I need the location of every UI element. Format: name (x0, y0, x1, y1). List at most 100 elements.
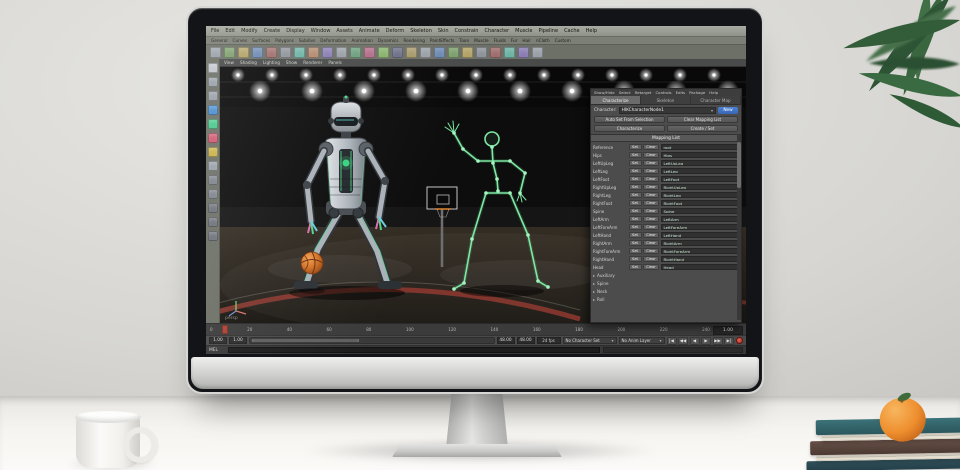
panel-menu-item[interactable]: Select (619, 90, 631, 95)
shelf-tab[interactable]: Animation (351, 38, 372, 43)
clear-button[interactable]: Clear (643, 192, 659, 198)
soft-mod-tool-icon[interactable] (208, 161, 218, 171)
fps-field[interactable]: 24 fps (537, 337, 561, 344)
panel-menu-item[interactable]: Retarget (635, 90, 652, 95)
set-button[interactable]: Set (629, 264, 642, 270)
create-set-button[interactable]: Create / Set (667, 125, 738, 132)
shelf-icon[interactable] (364, 47, 375, 58)
viewport-menu-item[interactable]: View (224, 60, 234, 65)
shelf-tab[interactable]: nCloth (536, 38, 550, 43)
move-tool-icon[interactable] (208, 105, 218, 115)
mapped-node-field[interactable]: LeftForeArm (661, 224, 740, 230)
lasso-tool-icon[interactable] (208, 77, 218, 87)
set-button[interactable]: Set (629, 144, 642, 150)
go-to-end-icon[interactable] (724, 337, 734, 345)
viewport-menu-item[interactable]: Show (286, 60, 297, 65)
shelf-icon[interactable] (336, 47, 347, 58)
last-tool-icon[interactable] (208, 189, 218, 199)
set-button[interactable]: Set (629, 224, 642, 230)
clear-button[interactable]: Clear (643, 160, 659, 166)
shelf-icon[interactable] (420, 47, 431, 58)
shelf-icon[interactable] (322, 47, 333, 58)
mapped-node-field[interactable]: RightLeg (661, 192, 740, 198)
clear-button[interactable]: Clear (643, 208, 659, 214)
shelf-tab[interactable]: Toon (459, 38, 469, 43)
menu-item[interactable]: Create (264, 28, 281, 34)
shelf-tab[interactable]: Deformation (320, 38, 346, 43)
menu-item[interactable]: Deform (386, 28, 405, 34)
shelf-tab[interactable]: Fur (511, 38, 518, 43)
mapped-node-field[interactable]: root (661, 144, 740, 150)
shelf-tab[interactable]: Dynamics (378, 38, 399, 43)
mapped-node-field[interactable]: LeftUpLeg (661, 160, 740, 166)
mapped-node-field[interactable]: RightFoot (661, 200, 740, 206)
menu-item[interactable]: Cache (564, 28, 580, 34)
shelf-icon[interactable] (294, 47, 305, 58)
menu-item[interactable]: Assets (336, 28, 352, 34)
tab-character-map[interactable]: Character Map (691, 96, 741, 104)
clear-button[interactable]: Clear (643, 200, 659, 206)
clear-mapping-button[interactable]: Clear Mapping List (667, 116, 738, 123)
menu-item[interactable]: Window (311, 28, 331, 34)
mapped-node-field[interactable]: RightUpLeg (661, 184, 740, 190)
shelf-icon[interactable] (518, 47, 529, 58)
clear-button[interactable]: Clear (643, 184, 659, 190)
go-to-start-icon[interactable] (667, 337, 677, 345)
shelf-tab[interactable]: PaintEffects (430, 38, 455, 43)
clear-button[interactable]: Clear (643, 264, 659, 270)
shelf-icon[interactable] (266, 47, 277, 58)
set-button[interactable]: Set (629, 152, 642, 158)
panel-menu-item[interactable]: Controls (655, 90, 671, 95)
panel-menu-item[interactable]: Show/Hide (594, 90, 615, 95)
clear-button[interactable]: Clear (643, 256, 659, 262)
clear-button[interactable]: Clear (643, 152, 659, 158)
shelf-icon[interactable] (434, 47, 445, 58)
tab-characterize[interactable]: Characterize (591, 96, 641, 104)
menu-item[interactable]: Character (484, 28, 509, 34)
shelf-tab[interactable]: Hair (522, 38, 531, 43)
viewport-menu-item[interactable]: Lighting (263, 60, 280, 65)
shelf-tab[interactable]: Surfaces (252, 38, 270, 43)
shelf-tab[interactable]: Custom (555, 38, 571, 43)
menu-item[interactable]: Pipeline (538, 28, 558, 34)
anim-start-field[interactable]: 1.00 (209, 337, 227, 344)
mapped-node-field[interactable]: LeftFoot (661, 176, 740, 182)
show-manip-tool-icon[interactable] (208, 175, 218, 185)
shelf-icon[interactable] (448, 47, 459, 58)
set-button[interactable]: Set (629, 184, 642, 190)
menu-item[interactable]: Skeleton (410, 28, 432, 34)
auto-set-button[interactable]: Auto Set From Selection (594, 116, 665, 123)
mapped-node-field[interactable]: LeftHand (661, 232, 740, 238)
shelf-icon[interactable] (378, 47, 389, 58)
play-forward-icon[interactable] (701, 337, 711, 345)
current-time-field[interactable]: 1.00 (713, 326, 743, 335)
mapped-node-field[interactable]: Spine (661, 208, 740, 214)
shelf-icon[interactable] (476, 47, 487, 58)
range-slider-thumb[interactable] (252, 339, 359, 342)
anim-layer-dropdown[interactable]: No Anim Layer (619, 337, 665, 344)
set-button[interactable]: Set (629, 232, 642, 238)
character-select[interactable]: HIKCharacterNode1 (619, 107, 716, 114)
mapped-node-field[interactable]: RightForeArm (661, 248, 740, 254)
shelf-tab[interactable]: Curves (233, 38, 248, 43)
shelf-tab[interactable]: Rendering (403, 38, 424, 43)
shelf-icon[interactable] (252, 47, 263, 58)
panel-menu-item[interactable]: Package (689, 90, 705, 95)
character-set-dropdown[interactable]: No Character Set (563, 337, 617, 344)
shelf-icon[interactable] (350, 47, 361, 58)
viewport-menu-item[interactable]: Panels (328, 60, 341, 65)
step-forward-icon[interactable] (713, 337, 723, 345)
characterize-button[interactable]: Characterize (594, 125, 665, 132)
panel-menu-item[interactable]: Help (709, 90, 718, 95)
clear-button[interactable]: Clear (643, 224, 659, 230)
set-button[interactable]: Set (629, 176, 642, 182)
shelf-icon[interactable] (308, 47, 319, 58)
rotate-tool-icon[interactable] (208, 119, 218, 129)
command-language-label[interactable]: MEL (209, 348, 225, 353)
set-button[interactable]: Set (629, 200, 642, 206)
shelf-icon[interactable] (462, 47, 473, 58)
set-button[interactable]: Set (629, 192, 642, 198)
menu-item[interactable]: Skin (438, 28, 449, 34)
shelf-icon[interactable] (392, 47, 403, 58)
shelf-icon[interactable] (532, 47, 543, 58)
